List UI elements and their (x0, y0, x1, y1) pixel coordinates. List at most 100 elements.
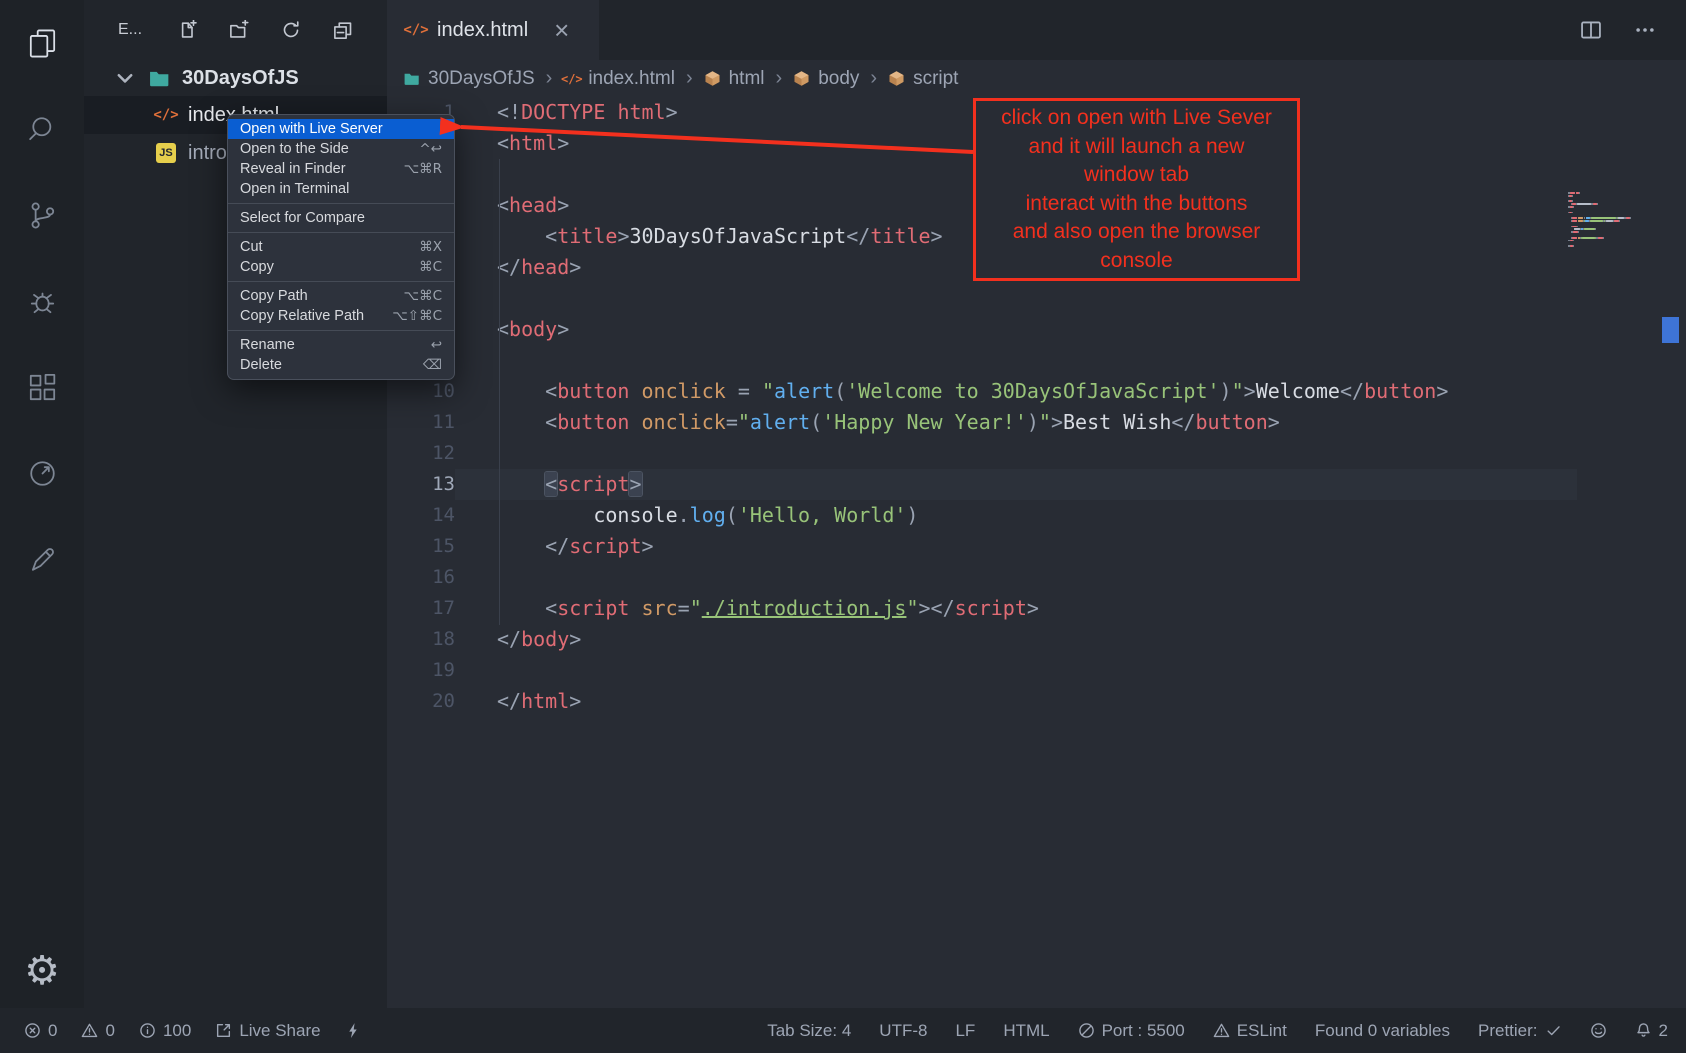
menu-item-shortcut: ↩ (431, 337, 442, 353)
code-line-8[interactable]: 8<body> (387, 314, 1577, 345)
code-line-20[interactable]: 20</html> (387, 686, 1577, 717)
split-editor-icon[interactable] (1580, 19, 1602, 41)
activity-source-control-button[interactable] (23, 196, 61, 234)
activity-clock-button[interactable] (23, 454, 61, 492)
status-html[interactable]: HTML (1003, 1021, 1049, 1041)
menu-item-shortcut: ⌥⌘R (404, 161, 442, 177)
status-utf-8[interactable]: UTF-8 (879, 1021, 927, 1041)
status-0[interactable]: 0 (24, 1021, 57, 1041)
status-eslint[interactable]: ESLint (1213, 1021, 1287, 1041)
menu-item-select-for-compare[interactable]: Select for Compare (228, 208, 454, 228)
menu-item-open-in-terminal[interactable]: Open in Terminal (228, 179, 454, 199)
collapse-all-icon[interactable] (333, 20, 353, 40)
status-smiley-icon[interactable] (1590, 1022, 1607, 1039)
breadcrumb-label: body (818, 68, 859, 90)
status-100[interactable]: 100 (139, 1021, 191, 1041)
menu-item-copy-path[interactable]: Copy Path⌥⌘C (228, 286, 454, 306)
breadcrumb-separator-icon: › (870, 67, 877, 90)
code-line-10[interactable]: 10 <button onclick = "alert('Welcome to … (387, 376, 1577, 407)
chevron-down-icon (114, 67, 136, 89)
more-actions-icon[interactable] (1634, 19, 1656, 41)
line-number: 18 (387, 624, 455, 655)
activity-explorer-button[interactable] (23, 24, 61, 62)
line-number: 16 (387, 562, 455, 593)
code-line-13[interactable]: 13 <script> (387, 469, 1577, 500)
new-folder-icon[interactable] (229, 20, 249, 40)
menu-item-shortcut: ⌥⇧⌘C (392, 308, 442, 324)
menu-item-open-with-live-server[interactable]: Open with Live Server (228, 119, 454, 139)
annotation-text-line: console (978, 247, 1295, 276)
line-content: </head> (497, 252, 581, 283)
menu-separator (228, 330, 454, 331)
menu-item-rename[interactable]: Rename↩ (228, 335, 454, 355)
status-live-share[interactable]: Live Share (215, 1021, 320, 1041)
annotation-text-line: window tab (978, 161, 1295, 190)
line-number: 20 (387, 686, 455, 717)
refresh-icon[interactable] (281, 20, 301, 40)
minimap[interactable] (1568, 192, 1658, 248)
code-line-12[interactable]: 12 (387, 438, 1577, 469)
activity-run-and-debug-button[interactable] (23, 282, 61, 320)
status-tab-size-4[interactable]: Tab Size: 4 (767, 1021, 851, 1041)
breadcrumb-label: index.html (588, 68, 675, 90)
code-line-17[interactable]: 17 <script src="./introduction.js"></scr… (387, 593, 1577, 624)
tree-folder-30daysofjs[interactable]: 30DaysOfJS (84, 60, 387, 96)
warning-icon (81, 1022, 98, 1039)
code-line-7[interactable]: 7 (387, 283, 1577, 314)
tab-index-html[interactable]: </> index.html × (387, 0, 599, 60)
menu-item-label: Copy Path (240, 288, 388, 304)
line-number: 14 (387, 500, 455, 531)
status-0[interactable]: 0 (81, 1021, 114, 1041)
code-line-14[interactable]: 14 console.log('Hello, World') (387, 500, 1577, 531)
tabbar-actions (1580, 0, 1686, 60)
activity-settings-button[interactable]: ⚙ (23, 952, 61, 990)
status-2[interactable]: 2 (1635, 1021, 1668, 1041)
breadcrumb-30daysofjs[interactable]: 30DaysOfJS (403, 68, 535, 90)
menu-item-open-to-the-side[interactable]: Open to the Side^↩ (228, 139, 454, 159)
menu-item-delete[interactable]: Delete⌫ (228, 355, 454, 375)
breadcrumb-script[interactable]: script (888, 68, 958, 90)
menu-item-label: Copy (240, 259, 403, 275)
tab-bar: </> index.html × (387, 0, 1686, 60)
menu-item-reveal-in-finder[interactable]: Reveal in Finder⌥⌘R (228, 159, 454, 179)
status-label: Tab Size: 4 (767, 1021, 851, 1041)
line-content: <html> (497, 128, 569, 159)
activity-extensions-button[interactable] (23, 368, 61, 406)
status-prettier[interactable]: Prettier: (1478, 1021, 1562, 1041)
status-label: HTML (1003, 1021, 1049, 1041)
status-port-5500[interactable]: Port : 5500 (1078, 1021, 1185, 1041)
status-lf[interactable]: LF (955, 1021, 975, 1041)
code-line-15[interactable]: 15 </script> (387, 531, 1577, 562)
code-line-18[interactable]: 18 </body> (387, 624, 1577, 655)
annotation-text-line: and it will launch a new (978, 133, 1295, 162)
line-content: console.log('Hello, World') (497, 500, 918, 531)
breadcrumb-html[interactable]: html (704, 68, 765, 90)
js-file-icon: JS (156, 143, 176, 163)
code-line-9[interactable]: 9 (387, 345, 1577, 376)
menu-item-copy[interactable]: Copy⌘C (228, 257, 454, 277)
code-line-16[interactable]: 16 (387, 562, 1577, 593)
status-lightning-icon[interactable] (345, 1022, 362, 1039)
menu-item-copy-relative-path[interactable]: Copy Relative Path⌥⇧⌘C (228, 306, 454, 326)
line-content: </body> (497, 624, 581, 655)
new-file-icon[interactable] (177, 20, 197, 40)
breadcrumb-body[interactable]: body (793, 68, 859, 90)
line-content: <button onclick="alert('Happy New Year!'… (497, 407, 1280, 438)
status-label: Found 0 variables (1315, 1021, 1450, 1041)
code-line-19[interactable]: 19 (387, 655, 1577, 686)
tab-close-icon[interactable]: × (554, 17, 569, 43)
menu-item-label: Delete (240, 357, 407, 373)
activity-search-button[interactable] (23, 110, 61, 148)
line-number: 15 (387, 531, 455, 562)
line-content: <body> (497, 314, 569, 345)
breadcrumb-index-html[interactable]: </>index.html (563, 68, 675, 90)
eslint-warning-icon (1213, 1022, 1230, 1039)
status-label: LF (955, 1021, 975, 1041)
activity-feedback-button[interactable] (23, 540, 61, 578)
html-file-icon: </> (405, 19, 427, 41)
smiley-icon (1590, 1022, 1607, 1039)
code-line-11[interactable]: 11 <button onclick="alert('Happy New Yea… (387, 407, 1577, 438)
minimap-line (1568, 245, 1658, 247)
status-found-0-variables[interactable]: Found 0 variables (1315, 1021, 1450, 1041)
menu-item-cut[interactable]: Cut⌘X (228, 237, 454, 257)
